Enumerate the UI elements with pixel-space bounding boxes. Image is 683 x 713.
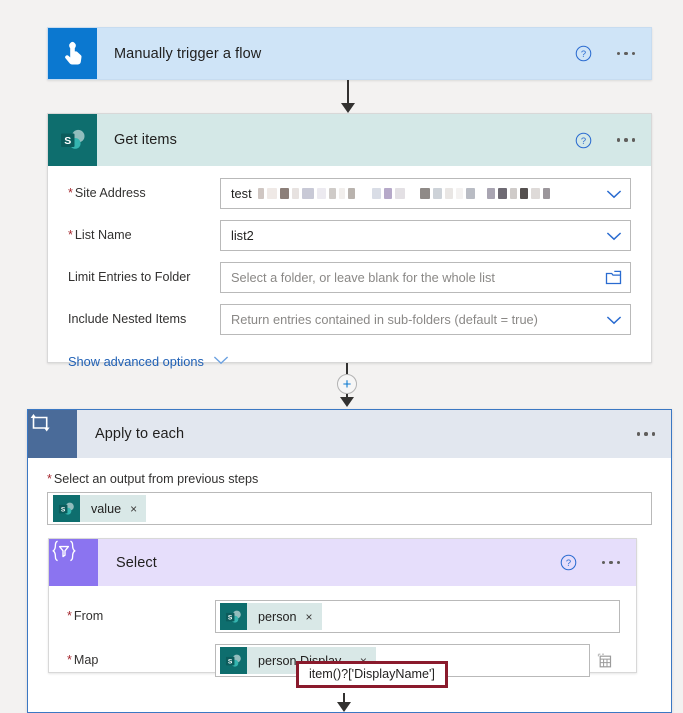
apply-to-each-body: * Select an output from previous steps S …: [28, 458, 671, 525]
include-nested-items-input[interactable]: Return entries contained in sub-folders …: [220, 304, 631, 335]
label-limit-entries-to-folder: Limit Entries to Folder: [68, 269, 191, 284]
connector-getitems-to-apply: +: [337, 363, 357, 407]
apply-to-each-header-actions: [635, 410, 658, 458]
apply-to-each-card-title: Apply to each: [95, 426, 185, 442]
loop-icon: [28, 410, 77, 458]
label-include-nested-items: Include Nested Items: [68, 311, 187, 326]
sharepoint-icon: S: [53, 495, 80, 522]
select-card-title: Select: [116, 554, 157, 571]
select-card-header[interactable]: Select ?: [49, 539, 636, 586]
select-header-actions: ?: [560, 539, 623, 586]
list-name-input[interactable]: list2: [220, 220, 631, 251]
token-chip-label: value: [91, 501, 122, 516]
form-row-include-nested-items: Include Nested Items Return entries cont…: [68, 304, 631, 335]
more-options-icon[interactable]: [635, 426, 658, 442]
help-icon[interactable]: ?: [575, 45, 592, 62]
required-asterisk: *: [47, 472, 52, 486]
show-advanced-options-link[interactable]: Show advanced options: [68, 354, 204, 369]
remove-token-icon[interactable]: ×: [306, 611, 313, 623]
svg-text:?: ?: [580, 49, 585, 60]
action-card-select[interactable]: Select ? * From S person × * Map S perso…: [48, 538, 637, 677]
select-output-input[interactable]: S value ×: [47, 492, 652, 525]
more-options-icon[interactable]: [615, 46, 638, 62]
label-select-output: * Select an output from previous steps: [47, 472, 259, 486]
site-address-value: test: [231, 186, 252, 201]
apply-to-each-card-header[interactable]: Apply to each: [28, 410, 671, 458]
label-list-name: * List Name: [68, 227, 132, 242]
expression-tooltip: item()?['DisplayName']: [296, 661, 448, 688]
svg-text:?: ?: [580, 135, 585, 146]
sharepoint-icon: S: [220, 603, 247, 630]
sharepoint-icon: S: [220, 647, 247, 674]
getitems-card-header[interactable]: S Get items ?: [48, 114, 651, 166]
form-row-site-address: * Site Address test: [68, 178, 631, 209]
required-asterisk: *: [68, 185, 73, 200]
text-mode-icon[interactable]: [590, 652, 620, 669]
help-icon[interactable]: ?: [560, 554, 577, 571]
chevron-down-icon[interactable]: [600, 189, 622, 199]
redacted-text-blocks: [257, 188, 550, 199]
label-site-address: * Site Address: [68, 185, 146, 200]
svg-text:S: S: [228, 658, 233, 665]
remove-token-icon[interactable]: ×: [130, 503, 137, 515]
flow-designer-canvas: Manually trigger a flow ? S Get items ? …: [0, 0, 683, 713]
required-asterisk: *: [67, 608, 72, 623]
include-nested-items-placeholder: Return entries contained in sub-folders …: [231, 312, 538, 327]
trigger-card-manually-trigger-a-flow[interactable]: Manually trigger a flow ?: [47, 27, 652, 80]
token-chip-label: person: [258, 609, 297, 624]
help-icon[interactable]: ?: [575, 132, 592, 149]
list-name-value: list2: [231, 228, 254, 243]
chevron-down-icon[interactable]: [213, 352, 229, 370]
site-address-input[interactable]: test: [220, 178, 631, 209]
form-row-from: * From S person ×: [67, 600, 620, 633]
connector-select-to-next: [337, 693, 351, 712]
chevron-down-icon[interactable]: [600, 231, 622, 241]
action-card-get-items[interactable]: S Get items ? * Site Address test * List…: [47, 113, 652, 369]
getitems-card-title: Get items: [114, 132, 177, 148]
limit-entries-to-folder-input[interactable]: Select a folder, or leave blank for the …: [220, 262, 631, 293]
folder-picker-icon[interactable]: [599, 270, 622, 285]
svg-text:?: ?: [565, 558, 570, 569]
form-row-limit-entries-to-folder: Limit Entries to Folder Select a folder,…: [68, 262, 631, 293]
trigger-card-header[interactable]: Manually trigger a flow ?: [48, 28, 651, 79]
tap-hand-icon: [48, 28, 97, 79]
add-step-button[interactable]: +: [337, 374, 357, 394]
svg-text:S: S: [61, 506, 66, 513]
sharepoint-icon: S: [48, 114, 97, 166]
more-options-icon[interactable]: [600, 555, 623, 571]
getitems-header-actions: ?: [575, 114, 638, 166]
limit-entries-placeholder: Select a folder, or leave blank for the …: [231, 270, 495, 285]
label-from: * From: [67, 608, 104, 623]
token-chip-person[interactable]: S person ×: [220, 603, 322, 630]
trigger-header-actions: ?: [575, 28, 638, 79]
more-options-icon[interactable]: [615, 132, 638, 148]
label-map: * Map: [67, 652, 99, 667]
svg-text:S: S: [228, 614, 233, 621]
token-chip-value[interactable]: S value ×: [53, 495, 147, 522]
getitems-form: * Site Address test * List Name list2 Li…: [48, 166, 651, 335]
select-filter-icon: [49, 539, 98, 586]
required-asterisk: *: [68, 227, 73, 242]
required-asterisk: *: [67, 652, 72, 667]
chevron-down-icon[interactable]: [600, 315, 622, 325]
trigger-card-title: Manually trigger a flow: [114, 45, 262, 62]
connector-trigger-to-getitems: [341, 80, 355, 113]
from-input[interactable]: S person ×: [215, 600, 620, 633]
svg-text:S: S: [64, 135, 71, 147]
form-row-list-name: * List Name list2: [68, 220, 631, 251]
